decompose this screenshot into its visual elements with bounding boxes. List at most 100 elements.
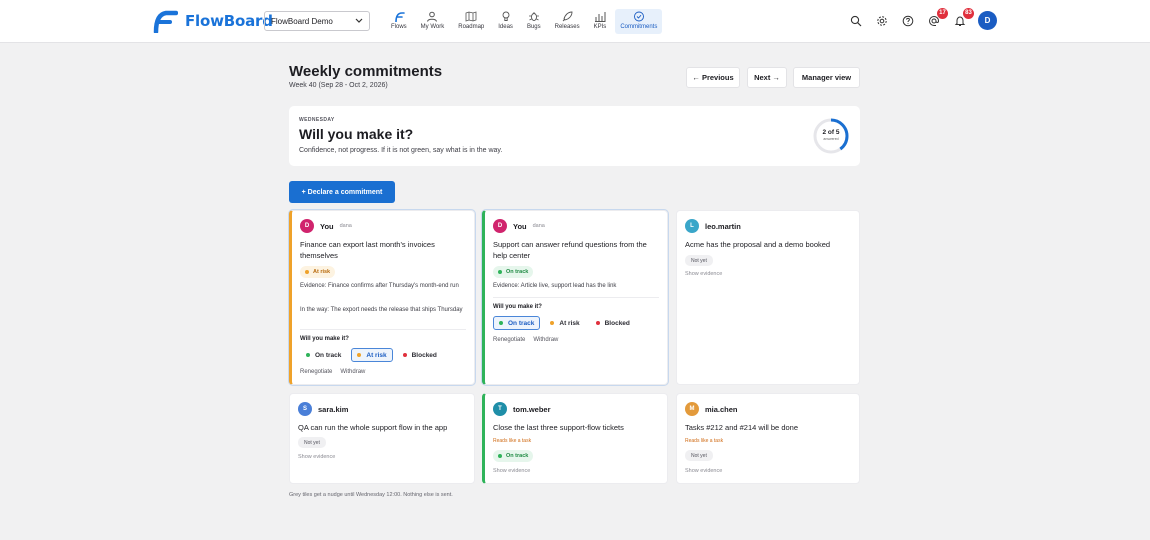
avatar: L <box>685 219 699 233</box>
progress-count: 2 of 5 <box>822 129 840 136</box>
commitment-text: Acme has the proposal and a demo booked <box>685 240 831 249</box>
not-yet-badge: Not yet <box>685 255 713 266</box>
search-button[interactable] <box>848 13 864 29</box>
nav-roadmap[interactable]: Roadmap <box>453 9 489 34</box>
at-risk-option[interactable]: At risk <box>351 348 393 362</box>
card-actions: Renegotiate Withdraw <box>300 369 365 375</box>
evidence-text: Evidence: Article live, support lead has… <box>493 283 617 289</box>
header-actions: 17 83 D <box>848 7 997 30</box>
help-button[interactable] <box>900 13 916 29</box>
owner-name: leo.martin <box>705 221 741 231</box>
option-label: On track <box>315 351 342 359</box>
owner-name: tom.weber <box>513 404 551 414</box>
bar-chart-icon <box>594 12 606 22</box>
user-avatar[interactable]: D <box>978 11 997 30</box>
show-evidence-link[interactable]: Show evidence <box>685 468 722 474</box>
notifications-badge: 83 <box>963 7 974 19</box>
card-divider <box>493 297 659 298</box>
top-bar: FlowBoard FlowBoard Demo Flows My Work R… <box>0 0 1150 43</box>
nav-releases[interactable]: Releases <box>550 9 585 34</box>
avatar: T <box>493 402 507 416</box>
week-range: Week 40 (Sep 28 - Oct 2, 2026) <box>289 82 388 89</box>
answered-progress-ring: 2 of 5 answered <box>812 117 850 155</box>
evidence-text: Evidence: Finance confirms after Thursda… <box>300 283 459 289</box>
next-week-button[interactable]: Next → <box>747 67 787 88</box>
nav-my-work[interactable]: My Work <box>416 9 450 34</box>
nav-label: My Work <box>420 24 445 30</box>
checkin-prompt: WEDNESDAY Will you make it? Confidence, … <box>289 106 860 166</box>
owner-name: sara.kim <box>318 404 349 414</box>
status-badge: On track <box>493 450 534 462</box>
confidence-question: Will you make it? <box>300 336 349 342</box>
manager-view-button[interactable]: Manager view <box>793 67 860 88</box>
commitment-card: M mia.chen Tasks #212 and #214 will be d… <box>676 393 860 484</box>
option-label: On track <box>508 319 535 327</box>
blocked-option[interactable]: Blocked <box>397 348 443 362</box>
on-track-option[interactable]: On track <box>493 316 541 330</box>
commitment-card: S sara.kim QA can run the whole support … <box>289 393 475 484</box>
card-owner: S sara.kim <box>298 402 348 416</box>
map-icon <box>465 11 477 22</box>
page-title: Weekly commitments <box>289 63 443 80</box>
owner-name: You <box>513 221 527 231</box>
commitment-text: Support can answer refund questions from… <box>493 240 647 260</box>
show-evidence-link[interactable]: Show evidence <box>298 454 335 460</box>
option-label: At risk <box>366 351 387 359</box>
confidence-question: Will you make it? <box>493 304 542 310</box>
withdraw-link[interactable]: Withdraw <box>533 337 558 343</box>
avatar: M <box>685 402 699 416</box>
blocked-option[interactable]: Blocked <box>590 316 636 330</box>
option-label: Blocked <box>411 351 437 359</box>
reads-like-task-warning: Reads like a task <box>685 438 724 444</box>
nav-ideas[interactable]: Ideas <box>493 9 518 34</box>
previous-week-button[interactable]: ← Previous <box>686 67 740 88</box>
nav-commitments[interactable]: Commitments <box>615 9 663 34</box>
option-label: Blocked <box>604 319 630 327</box>
progress-ring-graphic <box>813 118 849 154</box>
card-divider <box>300 329 466 330</box>
nav-label: Releases <box>554 24 580 30</box>
confidence-choices: On track At risk Blocked <box>493 316 636 330</box>
commitment-card: D You dana Support can answer refund que… <box>482 210 668 385</box>
check-circle-icon <box>633 11 644 22</box>
show-evidence-link[interactable]: Show evidence <box>685 271 722 277</box>
on-track-option[interactable]: On track <box>300 348 347 362</box>
nav-label: Roadmap <box>458 24 485 30</box>
workspace-select[interactable]: FlowBoard Demo <box>264 11 370 31</box>
nav-flows[interactable]: Flows <box>386 9 412 34</box>
workspace-select-value: FlowBoard Demo <box>271 17 333 26</box>
avatar: D <box>493 219 507 233</box>
mentions-button[interactable]: 17 <box>926 7 948 29</box>
renegotiate-link[interactable]: Renegotiate <box>300 369 332 375</box>
status-label: At risk <box>313 269 331 275</box>
card-owner: D You dana <box>493 219 545 233</box>
reads-like-task-warning: Reads like a task <box>493 438 532 444</box>
nav-label: KPIs <box>593 24 607 30</box>
card-owner: D You dana <box>300 219 352 233</box>
nav-label: Bugs <box>526 24 541 30</box>
at-risk-option[interactable]: At risk <box>544 316 585 330</box>
search-icon <box>850 15 862 26</box>
app-logo[interactable]: FlowBoard <box>152 9 273 33</box>
settings-button[interactable] <box>874 13 890 29</box>
not-yet-badge: Not yet <box>685 450 713 461</box>
notifications-button[interactable]: 83 <box>952 7 974 29</box>
nudge-footnote: Grey tiles get a nudge until Wednesday 1… <box>289 492 453 498</box>
card-owner: M mia.chen <box>685 402 738 416</box>
nav-kpis[interactable]: KPIs <box>589 9 612 34</box>
owner-handle: dana <box>532 223 545 229</box>
confidence-choices: On track At risk Blocked <box>300 348 443 362</box>
renegotiate-link[interactable]: Renegotiate <box>493 337 525 343</box>
card-owner: L leo.martin <box>685 219 741 233</box>
prompt-day: WEDNESDAY <box>299 117 335 123</box>
help-icon <box>902 15 914 26</box>
bug-icon <box>528 12 539 21</box>
prompt-hint: Confidence, not progress. If it is not g… <box>299 147 503 154</box>
commitment-card: D You dana Finance can export last month… <box>289 210 475 385</box>
withdraw-link[interactable]: Withdraw <box>340 369 365 375</box>
nav-bugs[interactable]: Bugs <box>522 9 546 34</box>
commitment-card: L leo.martin Acme has the proposal and a… <box>676 210 860 385</box>
declare-commitment-button[interactable]: + Declare a commitment <box>289 181 395 203</box>
show-evidence-link[interactable]: Show evidence <box>493 468 530 474</box>
rocket-icon <box>562 11 573 22</box>
